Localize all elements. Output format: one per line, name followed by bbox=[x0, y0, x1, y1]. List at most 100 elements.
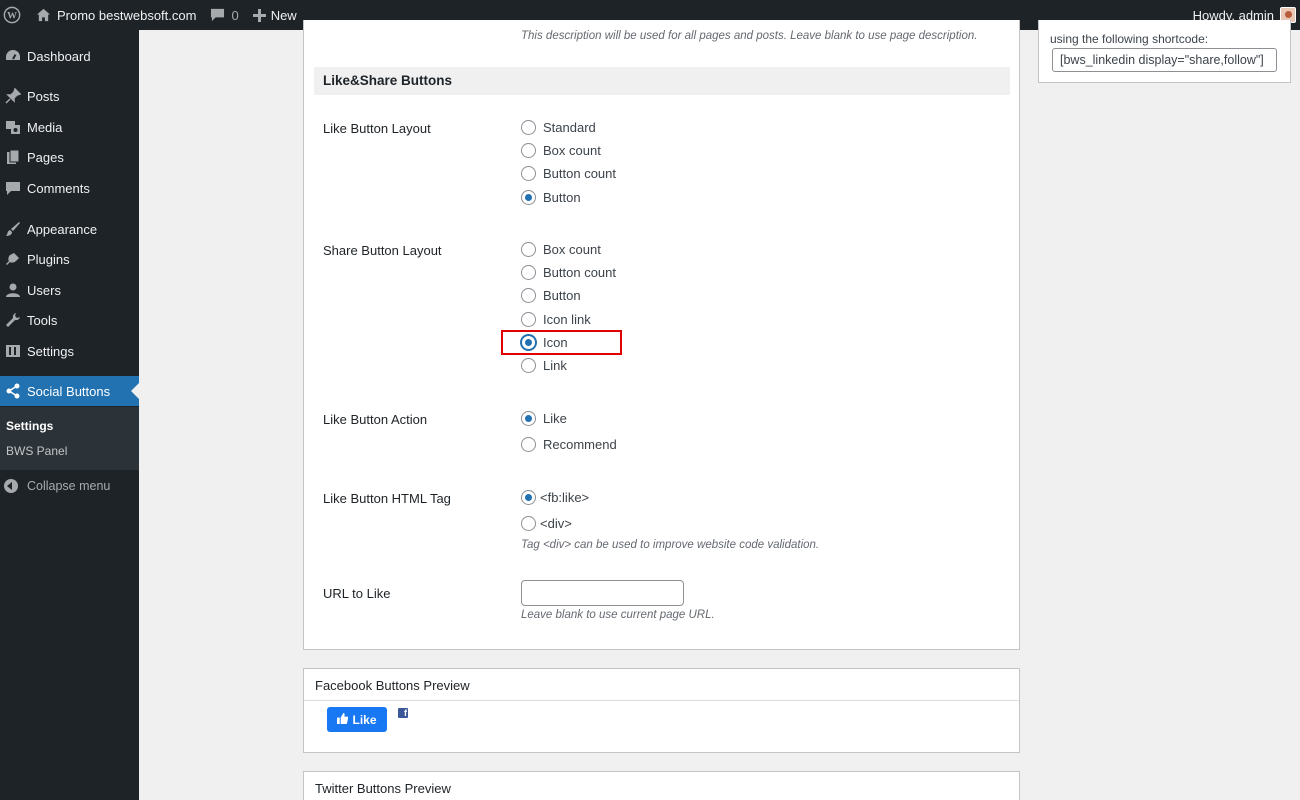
radio-button[interactable] bbox=[521, 264, 536, 280]
home-icon bbox=[36, 8, 51, 22]
brush-icon bbox=[3, 219, 23, 239]
media-icon bbox=[3, 117, 23, 137]
share-layout-option-link[interactable]: Link bbox=[521, 356, 567, 374]
sidebar-item-users[interactable]: Users bbox=[0, 275, 139, 305]
comment-icon bbox=[3, 178, 23, 198]
shortcode-info-box: using the following shortcode: [bws_link… bbox=[1038, 20, 1291, 83]
like-layout-label: Like Button Layout bbox=[323, 121, 431, 136]
collapse-menu-label: Collapse menu bbox=[27, 479, 111, 493]
share-layout-label: Share Button Layout bbox=[323, 243, 442, 258]
share-layout-option-button-count[interactable]: Button count bbox=[521, 263, 616, 281]
radio-button[interactable] bbox=[521, 311, 536, 327]
sidebar-item-settings[interactable]: Settings bbox=[0, 336, 139, 366]
shortcode-field[interactable]: [bws_linkedin display="share,follow"] bbox=[1052, 48, 1277, 72]
like-action-option-recommend[interactable]: Recommend bbox=[521, 435, 617, 453]
like-action-label: Like Button Action bbox=[323, 412, 428, 427]
facebook-share-icon[interactable]: f bbox=[398, 708, 408, 718]
collapse-arrow-icon bbox=[4, 479, 18, 493]
plug-icon bbox=[3, 249, 23, 269]
admin-sidebar: Dashboard Posts Media Pages Comments App… bbox=[0, 30, 139, 800]
sidebar-item-dashboard[interactable]: Dashboard bbox=[0, 41, 139, 71]
sidebar-item-label: Users bbox=[27, 282, 61, 298]
user-icon bbox=[3, 280, 23, 300]
like-share-settings-box: This description will be used for all pa… bbox=[303, 20, 1020, 650]
sidebar-item-label: Posts bbox=[27, 88, 60, 104]
url-to-like-description: Leave blank to use current page URL. bbox=[521, 609, 715, 621]
like-layout-option-button[interactable]: Button bbox=[521, 188, 581, 206]
highlight-box bbox=[501, 330, 622, 355]
submenu-item-settings[interactable]: Settings bbox=[6, 419, 53, 433]
plus-icon bbox=[252, 8, 266, 22]
facebook-preview-box: Facebook Buttons Preview Like f bbox=[303, 668, 1020, 753]
page-description-note: This description will be used for all pa… bbox=[521, 30, 978, 42]
sidebar-item-label: Dashboard bbox=[27, 48, 91, 64]
sidebar-item-label: Appearance bbox=[27, 221, 98, 237]
comments-link[interactable]: 0 bbox=[203, 0, 245, 30]
share-icon bbox=[3, 381, 23, 401]
like-layout-option-standard[interactable]: Standard bbox=[521, 118, 596, 136]
site-name-link[interactable]: Promo bestwebsoft.com bbox=[28, 0, 203, 30]
sidebar-item-label: Settings bbox=[27, 343, 74, 359]
like-layout-option-box-count[interactable]: Box count bbox=[521, 141, 601, 159]
html-tag-option-div[interactable]: <div> bbox=[521, 514, 572, 532]
social-buttons-submenu: Settings BWS Panel bbox=[0, 407, 139, 470]
like-layout-option-button-count[interactable]: Button count bbox=[521, 164, 616, 182]
site-name: Promo bestwebsoft.com bbox=[57, 7, 197, 23]
radio-button[interactable] bbox=[521, 357, 536, 373]
radio-button[interactable] bbox=[521, 287, 536, 303]
radio-button[interactable] bbox=[521, 410, 536, 426]
radio-button[interactable] bbox=[521, 489, 536, 505]
thumbs-up-icon bbox=[337, 712, 349, 727]
new-content-link[interactable]: New bbox=[246, 0, 304, 30]
radio-button[interactable] bbox=[521, 189, 536, 205]
collapse-menu-button[interactable]: Collapse menu bbox=[0, 476, 110, 496]
share-layout-option-box-count[interactable]: Box count bbox=[521, 240, 601, 258]
html-tag-label: Like Button HTML Tag bbox=[323, 491, 451, 506]
radio-button[interactable] bbox=[521, 142, 536, 158]
sidebar-item-social-buttons[interactable]: Social Buttons bbox=[0, 376, 139, 406]
url-to-like-label: URL to Like bbox=[323, 586, 391, 601]
twitter-preview-title: Twitter Buttons Preview bbox=[304, 772, 1019, 800]
sidebar-item-label: Comments bbox=[27, 180, 90, 196]
facebook-preview-title: Facebook Buttons Preview bbox=[304, 669, 1019, 701]
sidebar-item-label: Pages bbox=[27, 149, 64, 165]
dashboard-icon bbox=[3, 46, 23, 66]
share-layout-option-icon-link[interactable]: Icon link bbox=[521, 310, 591, 328]
comments-count: 0 bbox=[231, 7, 239, 23]
radio-button[interactable] bbox=[521, 515, 536, 531]
sidebar-item-media[interactable]: Media bbox=[0, 112, 139, 142]
sidebar-item-label: Social Buttons bbox=[27, 383, 111, 399]
shortcode-info-text: using the following shortcode: bbox=[1050, 32, 1209, 46]
twitter-preview-box: Twitter Buttons Preview bbox=[303, 771, 1020, 800]
sidebar-item-label: Tools bbox=[27, 312, 58, 328]
wordpress-logo-icon[interactable]: W bbox=[0, 0, 28, 30]
svg-text:W: W bbox=[7, 11, 17, 22]
sidebar-item-label: Media bbox=[27, 119, 63, 135]
radio-button[interactable] bbox=[521, 165, 536, 181]
sidebar-item-posts[interactable]: Posts bbox=[0, 81, 139, 111]
sidebar-item-plugins[interactable]: Plugins bbox=[0, 244, 139, 274]
section-title: Like&Share Buttons bbox=[314, 67, 1010, 95]
sidebar-item-tools[interactable]: Tools bbox=[0, 305, 139, 335]
radio-button[interactable] bbox=[521, 241, 536, 257]
pin-icon bbox=[3, 86, 23, 106]
new-label: New bbox=[270, 7, 297, 23]
radio-button[interactable] bbox=[521, 436, 536, 452]
facebook-like-button[interactable]: Like bbox=[327, 707, 387, 732]
comment-bubble-icon bbox=[210, 8, 225, 22]
html-tag-option-fb-like[interactable]: <fb:like> bbox=[521, 488, 589, 506]
html-tag-description: Tag <div> can be used to improve website… bbox=[521, 539, 820, 551]
pages-icon bbox=[3, 147, 23, 167]
share-layout-option-button[interactable]: Button bbox=[521, 286, 581, 304]
like-action-option-like[interactable]: Like bbox=[521, 409, 567, 427]
sidebar-item-appearance[interactable]: Appearance bbox=[0, 214, 139, 244]
settings-icon bbox=[3, 341, 23, 361]
radio-button[interactable] bbox=[521, 119, 536, 135]
sidebar-item-comments[interactable]: Comments bbox=[0, 173, 139, 203]
wrench-icon bbox=[3, 310, 23, 330]
url-to-like-input[interactable] bbox=[521, 580, 684, 606]
facebook-like-label: Like bbox=[352, 712, 377, 727]
submenu-item-bws-panel[interactable]: BWS Panel bbox=[6, 444, 67, 458]
sidebar-item-label: Plugins bbox=[27, 251, 70, 267]
sidebar-item-pages[interactable]: Pages bbox=[0, 142, 139, 172]
